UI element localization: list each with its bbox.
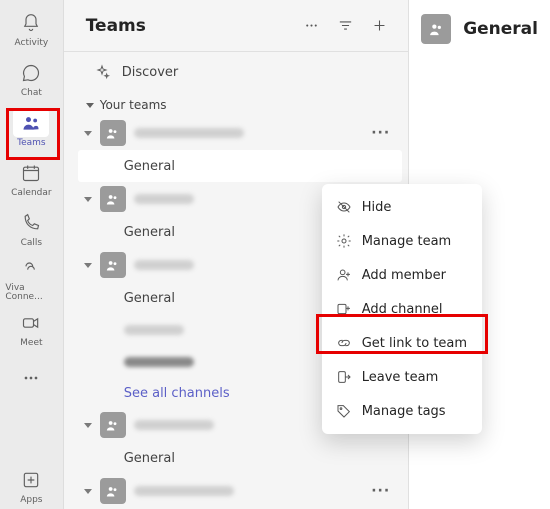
calendar-icon <box>13 159 49 187</box>
rail-more[interactable] <box>5 354 57 402</box>
channel-name: General <box>124 451 175 466</box>
chevron-down-icon <box>84 423 92 428</box>
rail-calls[interactable]: Calls <box>5 204 57 252</box>
team-avatar-icon <box>421 14 451 44</box>
video-icon <box>13 309 49 337</box>
content-header: General <box>421 14 538 44</box>
team-more-button[interactable]: ··· <box>367 121 394 145</box>
chevron-down-icon <box>84 131 92 136</box>
eye-off-icon <box>336 199 352 215</box>
chevron-down-icon <box>84 489 92 494</box>
channel-row[interactable]: General <box>78 150 402 182</box>
rail-activity[interactable]: Activity <box>5 4 57 52</box>
team-avatar-icon <box>100 412 126 438</box>
menu-get-link[interactable]: Get link to team <box>322 326 482 360</box>
menu-label: Hide <box>362 200 392 215</box>
rail-activity-label: Activity <box>15 39 49 48</box>
panel-add-button[interactable] <box>364 11 394 41</box>
team-name-redacted <box>134 486 234 496</box>
link-icon <box>336 335 352 351</box>
panel-more-button[interactable] <box>296 11 326 41</box>
menu-add-member[interactable]: Add member <box>322 258 482 292</box>
chat-icon <box>13 59 49 87</box>
channel-name: General <box>124 225 175 240</box>
gear-icon <box>336 233 352 249</box>
rail-chat-label: Chat <box>21 89 42 98</box>
menu-label: Get link to team <box>362 336 467 351</box>
menu-label: Add channel <box>362 302 443 317</box>
chevron-down-icon <box>84 197 92 202</box>
add-person-icon <box>336 267 352 283</box>
bell-icon <box>13 9 49 37</box>
team-avatar-icon <box>100 120 126 146</box>
team-avatar-icon <box>100 478 126 504</box>
team-name-redacted <box>134 420 214 430</box>
filter-icon <box>337 17 354 34</box>
app-rail: Activity Chat Teams Calendar Calls <box>0 0 64 509</box>
rail-viva-label: Viva Conne... <box>5 284 57 302</box>
team-row[interactable]: ··· <box>78 116 402 150</box>
add-channel-icon <box>336 301 352 317</box>
team-more-button[interactable]: ··· <box>367 479 394 503</box>
rail-calendar-label: Calendar <box>11 189 51 198</box>
caret-down-icon <box>86 103 94 108</box>
rail-teams[interactable]: Teams <box>5 104 57 152</box>
apps-icon <box>13 466 49 494</box>
viva-icon <box>13 254 49 282</box>
menu-leave-team[interactable]: Leave team <box>322 360 482 394</box>
rail-meet[interactable]: Meet <box>5 304 57 352</box>
menu-manage-tags[interactable]: Manage tags <box>322 394 482 428</box>
teams-panel: Teams Discover Your teams <box>64 0 409 509</box>
menu-add-channel[interactable]: Add channel <box>322 292 482 326</box>
rail-calendar[interactable]: Calendar <box>5 154 57 202</box>
sparkle-icon <box>94 64 110 80</box>
leave-icon <box>336 369 352 385</box>
discover-label: Discover <box>122 65 179 80</box>
team-avatar-icon <box>100 252 126 278</box>
menu-hide[interactable]: Hide <box>322 190 482 224</box>
discover-row[interactable]: Discover <box>64 52 408 92</box>
phone-icon <box>13 209 49 237</box>
rail-chat[interactable]: Chat <box>5 54 57 102</box>
rail-viva[interactable]: Viva Conne... <box>5 254 57 302</box>
see-all-label: See all channels <box>124 386 230 401</box>
menu-label: Add member <box>362 268 446 283</box>
menu-label: Manage tags <box>362 404 446 419</box>
your-teams-header[interactable]: Your teams <box>64 92 408 116</box>
teams-icon <box>13 109 49 137</box>
rail-apps[interactable]: Apps <box>5 461 57 509</box>
your-teams-label: Your teams <box>100 98 167 112</box>
team-context-menu: Hide Manage team Add member Add channel … <box>322 184 482 434</box>
channel-name: General <box>124 159 175 174</box>
chevron-down-icon <box>84 263 92 268</box>
channel-name-redacted <box>124 357 194 367</box>
menu-label: Manage team <box>362 234 452 249</box>
menu-manage-team[interactable]: Manage team <box>322 224 482 258</box>
panel-header: Teams <box>64 0 408 52</box>
panel-title: Teams <box>86 16 146 36</box>
rail-apps-label: Apps <box>20 496 42 505</box>
tag-icon <box>336 403 352 419</box>
rail-calls-label: Calls <box>21 239 43 248</box>
channel-name-redacted <box>124 325 184 335</box>
plus-icon <box>371 17 388 34</box>
team-row[interactable]: ··· <box>78 474 402 508</box>
rail-teams-label: Teams <box>17 139 45 148</box>
menu-label: Leave team <box>362 370 439 385</box>
channel-row[interactable]: General <box>78 442 402 474</box>
team-name-redacted <box>134 128 244 138</box>
rail-meet-label: Meet <box>20 339 42 348</box>
team-avatar-icon <box>100 186 126 212</box>
team-name-redacted <box>134 194 194 204</box>
ellipsis-icon <box>13 364 49 392</box>
team-name-redacted <box>134 260 194 270</box>
channel-name: General <box>124 291 175 306</box>
channel-title: General <box>463 19 538 39</box>
panel-filter-button[interactable] <box>330 11 360 41</box>
ellipsis-icon <box>303 17 320 34</box>
